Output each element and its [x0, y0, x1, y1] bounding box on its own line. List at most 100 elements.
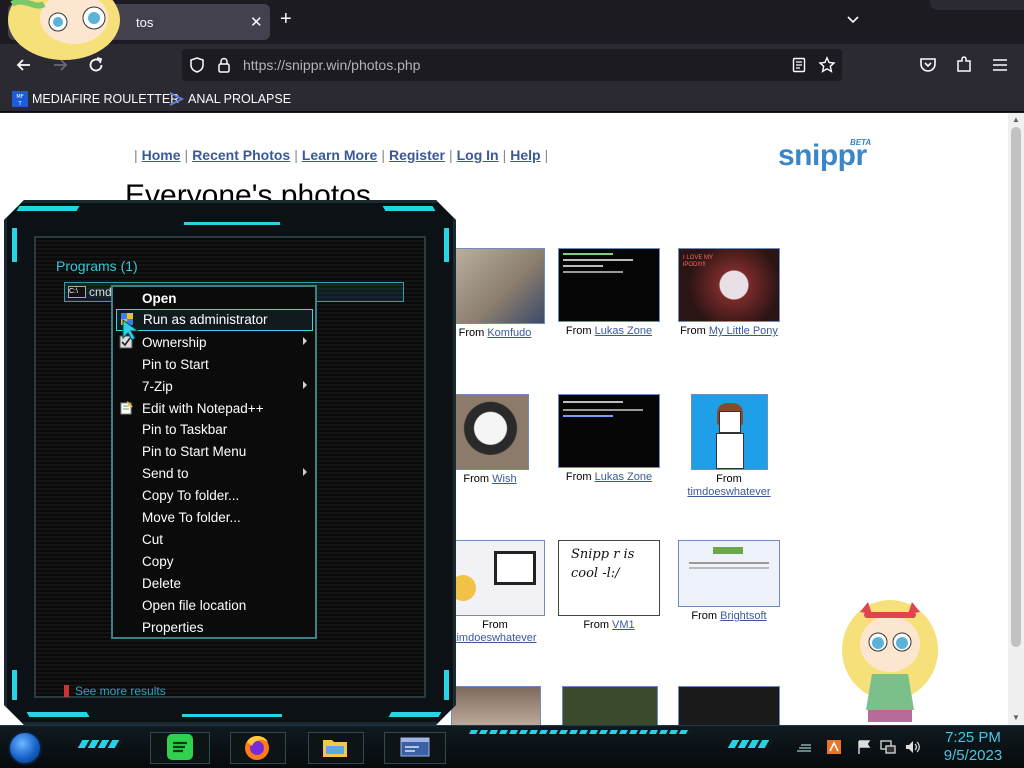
photo-card[interactable]: From timdoeswhatever — [674, 394, 784, 499]
bookmark-label: MEDIAFIRE ROULETTER — [32, 92, 180, 106]
menu-item-7zip[interactable]: 7-Zip — [113, 376, 315, 398]
mouse-cursor-icon — [122, 319, 140, 341]
new-tab-button[interactable]: + — [280, 9, 292, 29]
menu-item-open[interactable]: Open — [113, 288, 315, 310]
menu-item-ownership[interactable]: Ownership — [113, 332, 315, 354]
see-more-results-link[interactable]: See more results — [64, 684, 166, 698]
taskbar-app-window[interactable] — [384, 732, 446, 764]
bookmark-prolapse[interactable]: ANAL PROLAPSE — [168, 90, 292, 108]
close-tab-icon[interactable]: ✕ — [250, 13, 263, 31]
photo-source-link[interactable]: Brightsoft — [720, 610, 766, 622]
photo-thumbnail[interactable] — [445, 248, 545, 324]
menu-item-send-to[interactable]: Send to — [113, 463, 315, 485]
photo-thumbnail[interactable] — [678, 686, 780, 725]
menu-item-pin-to-taskbar[interactable]: Pin to Taskbar — [113, 419, 315, 441]
pocket-icon[interactable] — [918, 55, 938, 75]
photo-source-link[interactable]: Lukas Zone — [595, 325, 652, 337]
photo-card[interactable]: Snipp r is cool -l:/ From VM1 — [555, 540, 663, 632]
photo-thumbnail[interactable] — [451, 394, 529, 470]
photo-source-link[interactable]: Wish — [492, 473, 516, 485]
frame-accent — [444, 670, 449, 700]
menu-item-run-as-administrator[interactable]: Run as administrator — [116, 309, 313, 331]
network-icon[interactable] — [880, 739, 896, 755]
photo-thumbnail[interactable] — [451, 686, 541, 725]
photo-thumbnail[interactable] — [558, 248, 660, 322]
menu-item-open-file-location[interactable]: Open file location — [113, 595, 315, 617]
nav-register-link[interactable]: Register — [389, 147, 445, 163]
bookmark-label: ANAL PROLAPSE — [188, 92, 292, 106]
chevron-down-icon[interactable] — [845, 12, 861, 28]
start-button[interactable] — [8, 731, 42, 765]
frame-accent — [182, 714, 282, 717]
hamburger-menu-icon[interactable] — [990, 55, 1010, 75]
taskbar-app-firefox[interactable] — [230, 732, 286, 764]
menu-item-pin-to-start-menu[interactable]: Pin to Start Menu — [113, 441, 315, 463]
menu-item-label: Pin to Start Menu — [142, 444, 247, 459]
photo-card[interactable]: From Lukas Zone — [555, 394, 663, 484]
photo-source-link[interactable]: Lukas Zone — [595, 471, 652, 483]
menu-item-copy-to-folder[interactable]: Copy To folder... — [113, 485, 315, 507]
extensions-icon[interactable] — [954, 55, 974, 75]
photo-source-link[interactable]: timdoeswhatever — [687, 486, 770, 498]
bookmark-icon — [169, 92, 184, 106]
reader-view-icon[interactable] — [791, 57, 807, 73]
photo-thumbnail[interactable] — [558, 394, 660, 468]
url-text[interactable]: https://snippr.win/photos.php — [243, 57, 420, 73]
frame-accent — [184, 222, 280, 225]
photo-card[interactable]: From Lukas Zone — [555, 248, 663, 338]
lock-icon[interactable] — [216, 56, 232, 74]
bookmark-star-icon[interactable] — [818, 56, 836, 74]
photo-source-link[interactable]: My Little Pony — [709, 325, 778, 337]
menu-item-properties[interactable]: Properties — [113, 617, 315, 639]
taskbar-app-spotify[interactable] — [150, 732, 210, 764]
photo-thumbnail[interactable] — [562, 686, 658, 725]
photo-card[interactable]: From Brightsoft — [674, 540, 784, 623]
menu-item-copy[interactable]: Copy — [113, 551, 315, 573]
taskbar-app-file-explorer[interactable] — [308, 732, 364, 764]
photo-card[interactable]: I LOVE MY iPOD!!!!! From My Little Pony — [674, 248, 784, 338]
shield-icon[interactable] — [188, 56, 206, 74]
menu-item-cut[interactable]: Cut — [113, 529, 315, 551]
menu-item-label: Delete — [142, 576, 182, 591]
menu-item-pin-to-start[interactable]: Pin to Start — [113, 354, 315, 376]
photo-card[interactable]: From timdoeswhatever — [440, 540, 550, 645]
menu-item-label: Cut — [142, 532, 164, 547]
bookmarks-toolbar: MF T MEDIAFIRE ROULETTER ANAL PROLAPSE — [0, 86, 1024, 112]
frame-accent — [12, 670, 17, 700]
photo-card[interactable]: From Komfudo — [440, 248, 550, 340]
menu-item-edit-notepadpp[interactable]: Edit with Notepad++ — [113, 398, 315, 420]
nav-recent-photos-link[interactable]: Recent Photos — [192, 147, 290, 163]
menu-item-label: Run as administrator — [143, 312, 268, 327]
menu-item-move-to-folder[interactable]: Move To folder... — [113, 507, 315, 529]
volume-icon[interactable] — [904, 739, 920, 755]
photo-thumbnail[interactable]: Snipp r is cool -l:/ — [558, 540, 660, 616]
from-label: From — [565, 325, 592, 337]
app-tray-icon[interactable] — [826, 739, 842, 755]
notepad-icon — [120, 401, 133, 415]
photo-thumbnail[interactable]: I LOVE MY iPOD!!!!! — [678, 248, 780, 322]
bookmark-mediafire[interactable]: MF T MEDIAFIRE ROULETTER — [12, 90, 179, 108]
menu-item-delete[interactable]: Delete — [113, 573, 315, 595]
nav-help-link[interactable]: Help — [510, 147, 540, 163]
notification-bars-icon[interactable] — [796, 739, 812, 755]
scroll-thumb[interactable] — [1011, 127, 1021, 647]
scroll-up-arrow-icon[interactable]: ▲ — [1012, 115, 1020, 124]
system-clock[interactable]: 7:25 PM 9/5/2023 — [936, 729, 1010, 765]
action-center-flag-icon[interactable] — [856, 739, 872, 755]
photo-thumbnail[interactable] — [445, 540, 545, 616]
photo-thumbnail[interactable] — [690, 394, 768, 470]
photo-source-link[interactable]: Komfudo — [487, 327, 531, 339]
submenu-arrow-icon — [303, 468, 307, 476]
page-scrollbar[interactable]: ▲ ▼ — [1008, 113, 1024, 725]
scroll-down-arrow-icon[interactable]: ▼ — [1012, 713, 1020, 722]
taskbar-accent — [727, 740, 773, 748]
photo-thumbnail[interactable] — [678, 540, 780, 607]
nav-learn-more-link[interactable]: Learn More — [302, 147, 377, 163]
from-label: From — [482, 619, 508, 631]
nav-login-link[interactable]: Log In — [457, 147, 499, 163]
nav-home-link[interactable]: Home — [142, 147, 181, 163]
submenu-arrow-icon — [303, 337, 307, 345]
url-bar[interactable]: https://snippr.win/photos.php — [182, 49, 842, 81]
photo-source-link[interactable]: timdoeswhatever — [453, 632, 536, 644]
photo-source-link[interactable]: VM1 — [612, 619, 635, 631]
